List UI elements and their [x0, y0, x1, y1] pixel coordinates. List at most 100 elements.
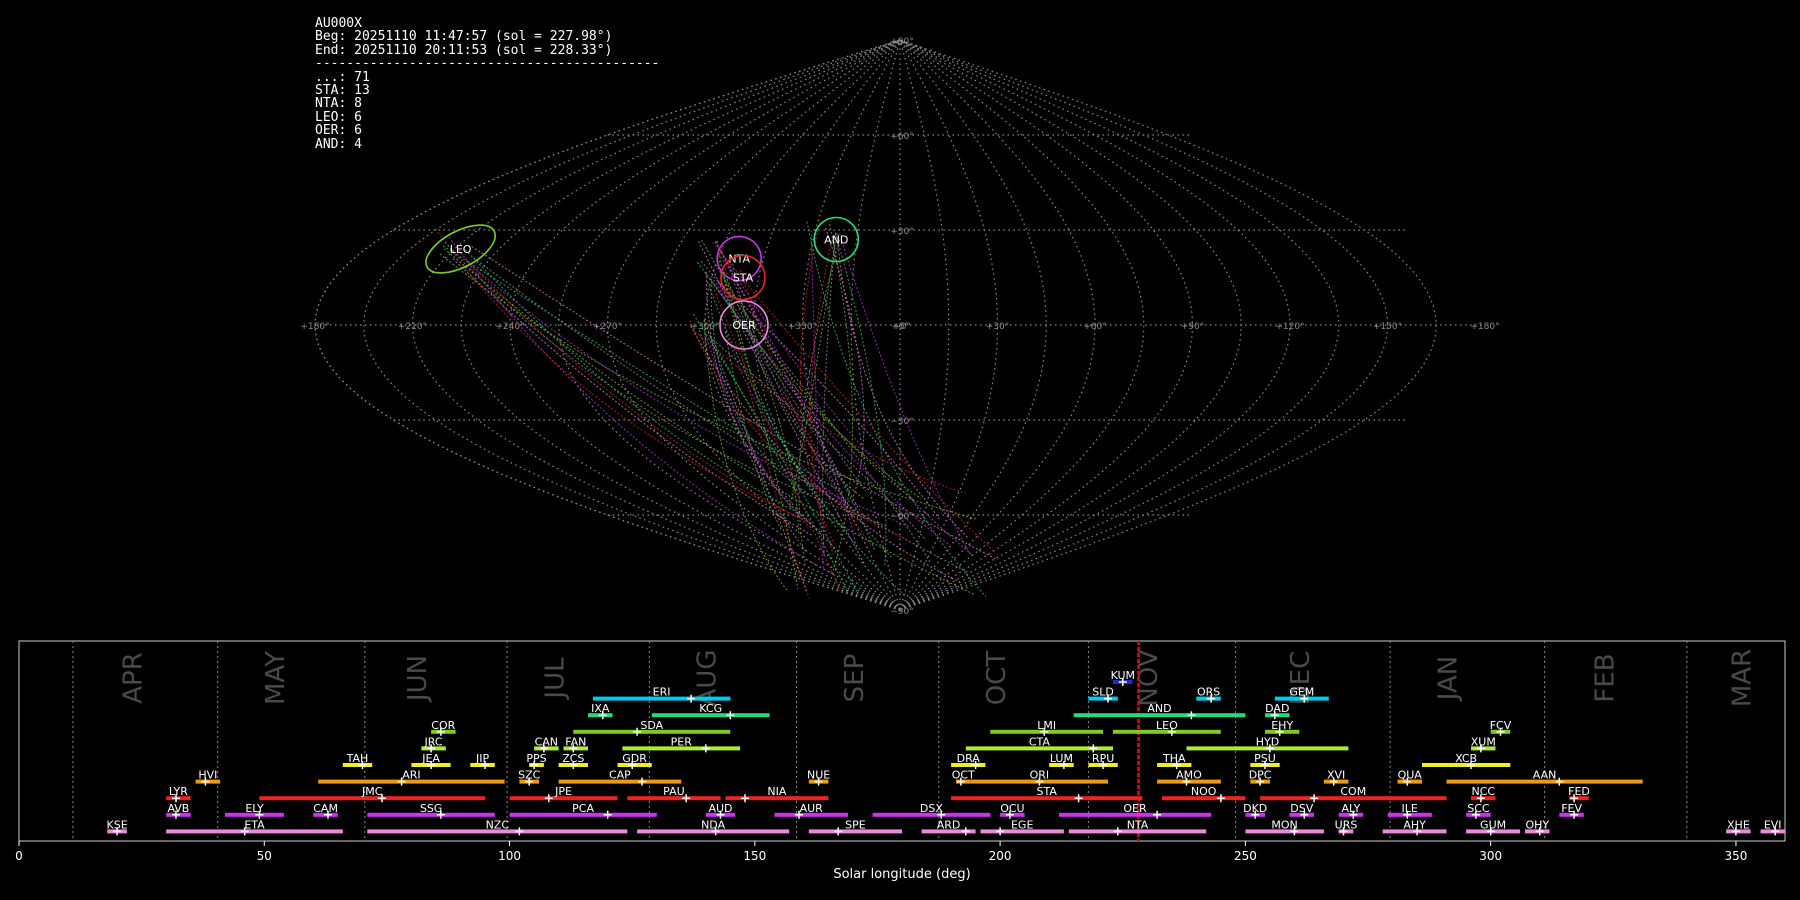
shower-label: FEV	[1561, 802, 1582, 815]
shower-tha: THA	[1157, 752, 1192, 769]
shower-label: STA	[1037, 785, 1058, 798]
shower-peak-marker	[741, 794, 749, 803]
shower-label: SPE	[845, 818, 866, 831]
shower-aan: AAN	[1446, 769, 1643, 786]
shower-evi: EVI	[1760, 818, 1785, 836]
month-label: OCT	[982, 651, 1012, 706]
shower-label: FAN	[565, 735, 586, 748]
lon-tick-label: +150°	[1373, 322, 1402, 332]
shower-label: JPE	[554, 785, 572, 798]
shower-ehy: EHY	[1265, 719, 1300, 736]
shower-zcs: ZCS	[558, 752, 588, 769]
shower-label: NZC	[486, 818, 510, 831]
shower-label: XCB	[1455, 752, 1477, 765]
shower-ixa: IXA	[588, 702, 613, 720]
shower-hyd: HYD	[1186, 735, 1349, 753]
shower-jip: JIP	[470, 752, 495, 769]
shower-cap: CAP	[558, 769, 682, 786]
shower-gum: GUM	[1466, 818, 1521, 836]
meteor-trail	[798, 239, 841, 565]
shower-aud: AUD	[705, 802, 736, 819]
shower-label: AUD	[708, 802, 732, 815]
shower-label: NCC	[1472, 785, 1496, 798]
shower-label: KSE	[107, 818, 128, 831]
shower-label: LMI	[1037, 719, 1056, 732]
month-label: SEP	[840, 654, 870, 703]
shower-label: NIA	[767, 785, 786, 798]
shower-label: NOO	[1191, 785, 1217, 798]
lon-tick-label: +240°	[495, 322, 524, 332]
shower-leo: LEO	[1112, 719, 1221, 736]
shower-qua: QUA	[1397, 769, 1422, 786]
shower-ocu: OCU	[1000, 802, 1025, 819]
shower-label: ETA	[244, 818, 265, 831]
shower-peak-marker	[544, 794, 553, 803]
shower-label: PSU	[1254, 752, 1276, 765]
shower-label: THA	[1162, 752, 1186, 765]
shower-ile: ILE	[1387, 802, 1432, 819]
shower-pau: PAU	[627, 785, 721, 803]
x-axis: 0 50 100 150 200 250 300 350	[15, 841, 1747, 863]
shower-label: JMC	[361, 785, 383, 798]
shower-oer: OER	[1059, 802, 1212, 819]
shower-label: RPU	[1092, 752, 1114, 765]
shower-bars: KUM ERI SLD ORS GEM IXA KCG AND DAD COR SDA LMI LEO E…	[107, 669, 1785, 836]
lat-tick-label: +30°	[890, 227, 914, 237]
shower-dsx: DSX	[872, 802, 991, 819]
shower-label: AND	[1147, 702, 1171, 715]
meridian-line	[363, 39, 901, 611]
meridian-line	[899, 39, 1145, 611]
shower-label: PCA	[572, 802, 594, 815]
shower-aly: ALY	[1338, 802, 1364, 819]
shower-lyr: LYR	[166, 785, 191, 803]
radiant-and: AND	[813, 216, 860, 263]
shower-dkd: DKD	[1243, 802, 1267, 819]
radiant-label: LEO	[450, 243, 472, 256]
shower-label: JIP	[475, 752, 489, 765]
meteor-trail	[806, 221, 987, 598]
meteor-trail	[721, 248, 810, 599]
shower-amo: AMO	[1157, 769, 1221, 786]
lon-tick-label: +60°	[1083, 322, 1107, 332]
shower-noo: NOO	[1162, 785, 1246, 803]
shower-hvi: HVI	[195, 769, 221, 786]
meteor-trail	[705, 274, 866, 492]
shower-label: OHY	[1525, 818, 1549, 831]
shower-label: ARI	[402, 769, 420, 782]
shower-label: DSX	[920, 802, 943, 815]
shower-lmi: LMI	[990, 719, 1104, 736]
shower-xhe: XHE	[1726, 818, 1751, 836]
shower-label: XVI	[1327, 769, 1345, 782]
shower-dad: DAD	[1265, 702, 1290, 720]
shower-label: XHE	[1727, 818, 1750, 831]
shower-label: HVI	[198, 769, 217, 782]
shower-label: LEO	[1156, 719, 1178, 732]
shower-and: AND	[1073, 702, 1246, 720]
shower-peak-marker	[1187, 711, 1196, 720]
x-axis-label: Solar longitude (deg)	[833, 867, 970, 882]
lon-tick-label: +30°	[986, 322, 1010, 332]
shower-label: DAD	[1265, 702, 1289, 715]
lon-tick-label: +180°	[300, 322, 329, 332]
shower-rpu: RPU	[1088, 752, 1118, 769]
shower-peak-marker	[1153, 810, 1162, 819]
meridian-line	[899, 39, 1047, 611]
shower-sda: SDA	[573, 719, 731, 736]
shower-label: DPC	[1249, 769, 1272, 782]
shower-sld: SLD	[1088, 686, 1118, 703]
shower-kse: KSE	[107, 818, 128, 836]
shower-label: NUE	[807, 769, 830, 782]
shower-label: DKD	[1243, 802, 1267, 815]
shower-label: SDA	[640, 719, 663, 732]
lat-tick-label: +60°	[890, 132, 914, 142]
shower-peak-marker	[1555, 777, 1564, 786]
lat-tick-label: +0°	[893, 322, 911, 332]
shower-label: OCU	[1000, 802, 1024, 815]
shower-label: FCV	[1490, 719, 1512, 732]
shower-label: COR	[431, 719, 455, 732]
shower-label: EGE	[1011, 818, 1033, 831]
meteor-trail	[829, 223, 853, 575]
shower-label: AHY	[1403, 818, 1426, 831]
meteor-trail	[703, 320, 789, 593]
shower-peak-marker	[638, 777, 646, 786]
